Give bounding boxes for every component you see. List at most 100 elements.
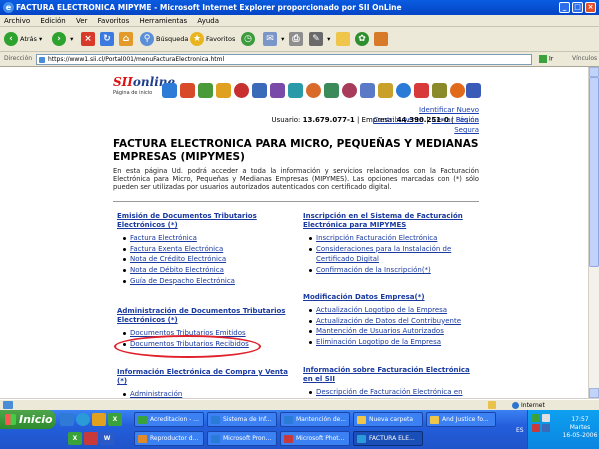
service-icon-1[interactable] xyxy=(162,83,177,98)
task-acreditacion[interactable]: Acreditacion - ... xyxy=(134,412,204,427)
task-sistema[interactable]: Sistema de Inf... xyxy=(207,412,277,427)
link-nota-debito[interactable]: Nota de Débito Electrónica xyxy=(117,265,295,276)
section-title[interactable]: Modificación Datos Empresa(*) xyxy=(303,293,481,302)
section-title[interactable]: Información Electrónica de Compra y Vent… xyxy=(117,368,295,386)
clock[interactable]: 17:57 Martes 16-05-2006 xyxy=(560,416,599,440)
service-icon-10[interactable] xyxy=(324,83,339,98)
quicklaunch-access-icon[interactable] xyxy=(84,432,98,445)
link-descripcion-facturacion[interactable]: Descripción de Facturación Electrónica e… xyxy=(303,387,481,398)
minimize-button[interactable]: _ xyxy=(559,2,570,13)
company-id: 44.390.251-0 xyxy=(396,116,449,124)
scroll-up-icon[interactable] xyxy=(589,67,599,77)
task-factura-electronica[interactable]: FACTURA ELE... xyxy=(353,431,423,446)
start-button[interactable]: Inicio xyxy=(0,410,56,429)
link-actualizacion-datos[interactable]: Actualización de Datos del Contribuyente xyxy=(303,316,481,327)
scroll-down-icon[interactable] xyxy=(589,388,599,398)
scroll-thumb[interactable] xyxy=(589,77,599,267)
history-button[interactable]: ◷ xyxy=(241,31,257,47)
quicklaunch-ie-icon[interactable] xyxy=(76,413,90,426)
section-title[interactable]: Información sobre Facturación Electrónic… xyxy=(303,366,481,384)
section-title[interactable]: Emisión de Documentos Tributarios Electr… xyxy=(117,212,295,230)
service-icon-15[interactable] xyxy=(414,83,429,98)
tray-network-icon[interactable] xyxy=(532,414,540,422)
back-button[interactable]: ‹ Atrás ▾ xyxy=(4,31,42,47)
menu-favoritos[interactable]: Favoritos xyxy=(94,15,134,27)
window-titlebar[interactable]: e FACTURA ELECTRONICA MIPYME - Microsoft… xyxy=(0,0,599,15)
service-icon-18[interactable] xyxy=(466,83,481,98)
link-eliminacion-logotipo[interactable]: Eliminación Logotipo de la Empresa xyxy=(303,337,481,348)
link-administracion[interactable]: Administración xyxy=(117,389,295,398)
service-icon-12[interactable] xyxy=(360,83,375,98)
quicklaunch-outlook-icon[interactable] xyxy=(92,413,106,426)
service-icon-4[interactable] xyxy=(216,83,231,98)
favorites-button[interactable]: ★ Favoritos xyxy=(190,31,235,47)
link-inscripcion[interactable]: Inscripción Facturación Electrónica xyxy=(303,233,481,244)
menu-herramientas[interactable]: Herramientas xyxy=(135,15,191,27)
service-icon-16[interactable] xyxy=(432,83,447,98)
link-confirmacion[interactable]: Confirmación de la Inscripción(*) xyxy=(303,265,481,276)
refresh-button[interactable]: ↻ xyxy=(100,31,116,47)
menu-ayuda[interactable]: Ayuda xyxy=(193,15,223,27)
forward-arrow-icon: › xyxy=(52,32,66,46)
messenger-button[interactable] xyxy=(336,31,352,47)
go-button[interactable]: Ir xyxy=(539,55,553,63)
quicklaunch-excel2-icon[interactable]: X xyxy=(68,432,82,445)
service-icon-11[interactable] xyxy=(342,83,357,98)
menu-archivo[interactable]: Archivo xyxy=(0,15,34,27)
link-factura-exenta[interactable]: Factura Exenta Electrónica xyxy=(117,244,295,255)
task-and-justice[interactable]: And Justice fo... xyxy=(426,412,496,427)
language-indicator[interactable]: ES xyxy=(516,427,524,434)
sii-online-logo[interactable]: SIIonline Página de inicio xyxy=(113,75,175,101)
service-icon-row xyxy=(162,75,481,103)
secure-lock-icon[interactable] xyxy=(488,401,496,409)
task-microsoft-pron[interactable]: Microsoft Pron... xyxy=(207,431,277,446)
service-icon-5[interactable] xyxy=(234,83,249,98)
forward-button[interactable]: › ▾ xyxy=(52,31,73,47)
links-label[interactable]: Vínculos xyxy=(572,55,597,62)
secure-page-link[interactable]: Página Segura xyxy=(454,116,479,134)
print-button[interactable]: ⎙ xyxy=(289,31,305,47)
quicklaunch-word-icon[interactable]: W xyxy=(100,432,114,445)
task-reproductor[interactable]: Reproductor d... xyxy=(134,431,204,446)
section-title[interactable]: Inscripción en el Sistema de Facturación… xyxy=(303,212,481,230)
mail-button[interactable]: ✉ ▾ xyxy=(263,31,284,47)
tool-button[interactable] xyxy=(374,31,390,47)
section-title[interactable]: Administración de Documentos Tributarios… xyxy=(117,307,295,325)
service-icon-8[interactable] xyxy=(288,83,303,98)
service-icon-17[interactable] xyxy=(450,83,465,98)
section-informacion-sii: Información sobre Facturación Electrónic… xyxy=(303,366,481,398)
service-icon-3[interactable] xyxy=(198,83,213,98)
address-input[interactable]: https://www1.sii.cl/Portal001/menuFactur… xyxy=(36,54,532,65)
link-certificado-digital[interactable]: Consideraciones para la Instalación de C… xyxy=(303,244,481,265)
search-button[interactable]: ⚲ Búsqueda xyxy=(140,31,188,47)
link-guia-despacho[interactable]: Guía de Despacho Electrónica xyxy=(117,276,295,287)
home-button[interactable]: ⌂ xyxy=(119,31,135,47)
edit-button[interactable]: ✎ ▾ xyxy=(309,31,330,47)
vertical-scrollbar[interactable] xyxy=(588,67,599,398)
link-nota-credito[interactable]: Nota de Crédito Electrónica xyxy=(117,254,295,265)
service-icon-2[interactable] xyxy=(180,83,195,98)
service-icon-7[interactable] xyxy=(270,83,285,98)
quicklaunch-excel-icon[interactable]: X xyxy=(108,413,122,426)
quicklaunch-desktop-icon[interactable] xyxy=(60,413,74,426)
tray-volume-icon[interactable] xyxy=(542,414,550,422)
service-icon-9[interactable] xyxy=(306,83,321,98)
user-id: 13.679.077-1 xyxy=(302,116,355,124)
link-factura-electronica[interactable]: Factura Electrónica xyxy=(117,233,295,244)
task-mantencion[interactable]: Mantención de... xyxy=(280,412,350,427)
tray-security-icon[interactable] xyxy=(532,424,540,432)
menu-edicion[interactable]: Edición xyxy=(36,15,69,27)
service-icon-6[interactable] xyxy=(252,83,267,98)
close-button[interactable]: × xyxy=(585,2,596,13)
research-button[interactable]: ✿ xyxy=(355,31,371,47)
service-icon-13[interactable] xyxy=(378,83,393,98)
link-usuarios-autorizados[interactable]: Mantención de Usuarios Autorizados xyxy=(303,326,481,337)
link-actualizacion-logotipo[interactable]: Actualización Logotipo de la Empresa xyxy=(303,305,481,316)
task-nueva-carpeta[interactable]: Nueva carpeta xyxy=(353,412,423,427)
service-icon-14[interactable] xyxy=(396,83,411,98)
maximize-button[interactable]: □ xyxy=(572,2,583,13)
task-microsoft-photo[interactable]: Microsoft Phot... xyxy=(280,431,350,446)
menu-ver[interactable]: Ver xyxy=(72,15,91,27)
tray-app-icon[interactable] xyxy=(542,424,550,432)
stop-button[interactable]: × xyxy=(81,31,97,47)
